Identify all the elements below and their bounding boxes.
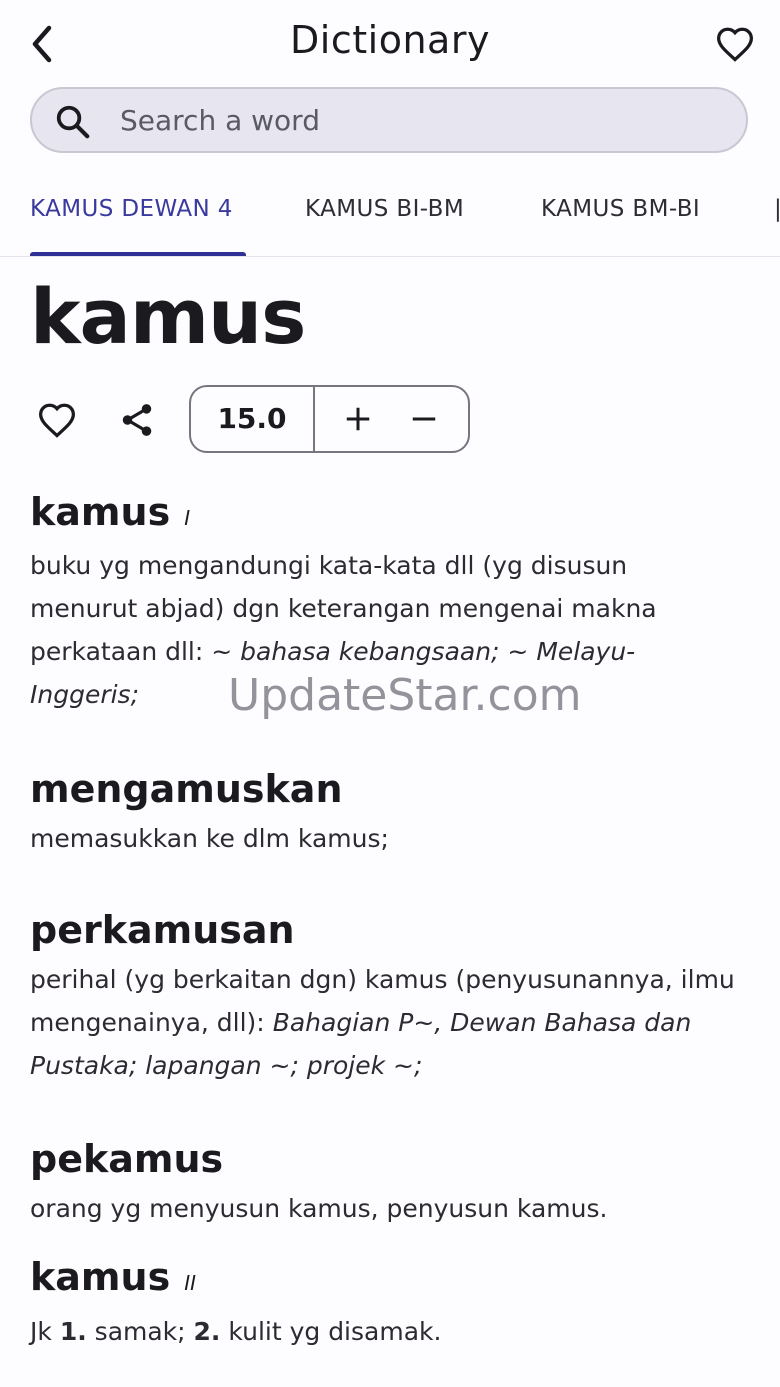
share-button[interactable] [114, 398, 160, 442]
entry-word-text: perkamusan [30, 908, 295, 952]
sense-number: 2. [193, 1317, 221, 1346]
entry-word: perkamusan [30, 908, 295, 952]
entry-word: kamus I [30, 490, 190, 534]
tab-kamus-dewan-4[interactable]: KAMUS DEWAN 4 [30, 196, 233, 222]
tab-kamus-bm-bi[interactable]: KAMUS BM-BI [541, 196, 700, 222]
heart-outline-icon [38, 403, 76, 438]
entry-homonym-number: II [184, 1271, 196, 1295]
entry-word: mengamuskan [30, 767, 343, 811]
heart-outline-icon [716, 27, 754, 62]
entry-definition: memasukkan ke dlm kamus; [30, 817, 740, 860]
search-bar[interactable] [30, 87, 748, 153]
top-app-bar: Dictionary [0, 0, 780, 86]
font-size-control: 15.0 [189, 385, 470, 453]
tab-kamus-bi-bm[interactable]: KAMUS BI-BM [305, 196, 464, 222]
entry-homonym-number: I [184, 506, 191, 530]
definition-prefix: Jk [30, 1317, 60, 1346]
sense-text: kulit yg disamak. [220, 1317, 442, 1346]
sense-number: 1. [59, 1317, 87, 1346]
plus-icon [346, 407, 370, 431]
favorite-word-button[interactable] [34, 398, 80, 442]
increase-font-button[interactable] [333, 397, 383, 441]
headword: kamus [30, 272, 306, 361]
entry-definition: Jk 1. samak; 2. kulit yg disamak. [30, 1310, 740, 1353]
entry-word-text: kamus [30, 490, 171, 534]
minus-icon [412, 417, 436, 421]
watermark: UpdateStar.com [228, 670, 582, 721]
decrease-font-button[interactable] [399, 397, 449, 441]
favorites-button[interactable] [712, 22, 758, 66]
entry-word-text: kamus [30, 1255, 171, 1299]
entry-word: kamus II [30, 1255, 196, 1299]
font-size-value: 15.0 [217, 402, 287, 435]
definition-text: memasukkan ke dlm kamus; [30, 824, 389, 853]
definition-text: orang yg menyusun kamus, penyusun kamus. [30, 1194, 608, 1223]
search-input[interactable] [120, 89, 720, 151]
entry-word-text: mengamuskan [30, 767, 343, 811]
entry-word: pekamus [30, 1137, 223, 1181]
sense-text: samak; [86, 1317, 194, 1346]
entry-definition: orang yg menyusun kamus, penyusun kamus. [30, 1187, 740, 1230]
divider [313, 387, 315, 451]
search-icon [56, 105, 90, 139]
share-icon [122, 404, 152, 436]
entry-definition: perihal (yg berkaitan dgn) kamus (penyus… [30, 958, 740, 1087]
tab-overflow-hint[interactable]: | [774, 196, 780, 222]
active-tab-indicator [30, 252, 246, 256]
page-title: Dictionary [290, 18, 490, 62]
dictionary-tabs: KAMUS DEWAN 4 KAMUS BI-BM KAMUS BM-BI | [0, 180, 780, 257]
entry-word-text: pekamus [30, 1137, 224, 1181]
